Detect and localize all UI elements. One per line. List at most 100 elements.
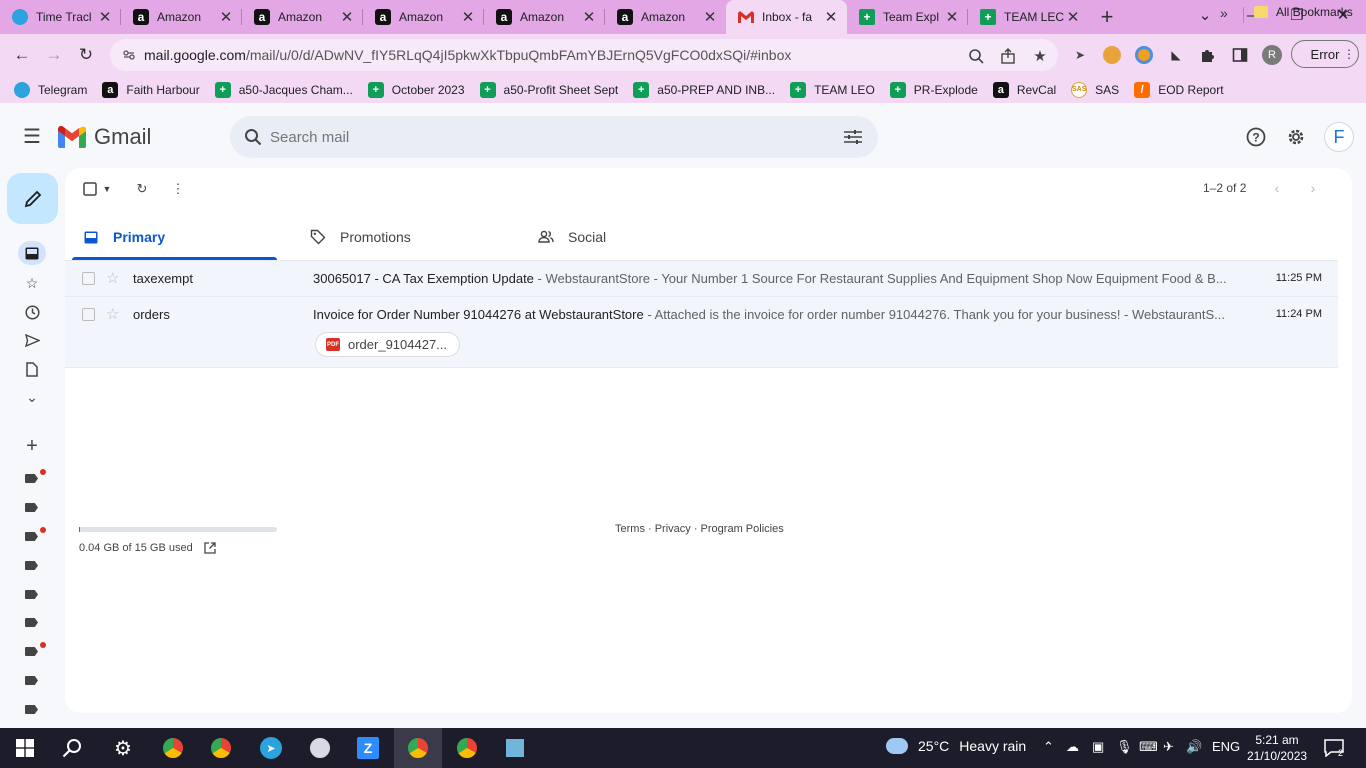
close-icon[interactable]: ✕ [339, 8, 355, 26]
browser-tab[interactable]: a Amazon ✕ [242, 0, 363, 34]
bookmark-revcal[interactable]: a RevCal [992, 81, 1056, 98]
label-icon[interactable] [25, 474, 39, 484]
side-panel-icon[interactable] [1231, 46, 1249, 64]
label-icon[interactable] [25, 503, 39, 513]
bookmark-pr-explode[interactable]: + PR-Explode [889, 81, 978, 98]
email-row[interactable]: ☆ orders Invoice for Order Number 910442… [65, 296, 1338, 368]
meet-icon[interactable]: ▣ [1092, 739, 1104, 755]
label-icon[interactable] [25, 532, 39, 542]
tab-promotions[interactable]: Promotions [292, 214, 504, 260]
telegram-icon[interactable]: ➤ [256, 733, 286, 763]
search-bar[interactable] [230, 116, 878, 158]
open-external-icon[interactable] [203, 541, 217, 555]
chevron-up-icon[interactable]: ⌃ [1043, 739, 1054, 755]
notes-app-icon[interactable] [500, 733, 530, 763]
rail-starred[interactable]: ☆ [18, 271, 46, 295]
gmail-logo[interactable]: Gmail [58, 124, 151, 150]
microphone-icon[interactable]: 🎙 [1116, 739, 1133, 755]
settings-gear-icon[interactable] [1285, 126, 1307, 148]
search-options-icon[interactable] [842, 126, 864, 148]
bookmark-faith-harbour[interactable]: a Faith Harbour [102, 81, 200, 98]
rail-more[interactable]: ⌄ [18, 385, 46, 409]
browser-tab[interactable]: Time Tracl ✕ [0, 0, 121, 34]
zoom-icon[interactable]: Z [353, 733, 383, 763]
browser-tab[interactable]: + TEAM LEC ✕ [968, 0, 1089, 34]
close-icon[interactable]: ✕ [581, 8, 597, 26]
bookmarks-overflow-icon[interactable]: » [1220, 5, 1228, 21]
windows-start-icon[interactable] [10, 733, 40, 763]
help-icon[interactable]: ? [1245, 126, 1267, 148]
attachment-chip[interactable]: PDF order_9104427... [315, 332, 461, 357]
forward-icon[interactable]: → [42, 43, 66, 67]
back-icon[interactable]: ← [10, 43, 34, 67]
main-menu-icon[interactable]: ☰ [20, 124, 44, 148]
chrome-profile-icon[interactable] [452, 733, 482, 763]
rail-sent[interactable] [18, 328, 46, 352]
color-extension-icon[interactable] [1135, 46, 1153, 64]
close-icon[interactable]: ✕ [944, 8, 960, 26]
clock[interactable]: 5:21 am 21/10/2023 [1247, 732, 1307, 764]
rail-snoozed[interactable] [18, 300, 46, 324]
snipping-tool-icon[interactable] [305, 733, 335, 763]
more-vert-icon[interactable]: ⋮ [1340, 45, 1358, 63]
bookmark-team-leo[interactable]: + TEAM LEO [790, 81, 875, 98]
label-icon[interactable] [25, 590, 39, 600]
more-vert-icon[interactable]: ⋮ [167, 178, 189, 200]
chrome-icon[interactable] [206, 733, 236, 763]
account-avatar[interactable]: F [1324, 122, 1354, 152]
label-icon[interactable] [25, 561, 39, 571]
bookmark-star-icon[interactable]: ★ [1030, 46, 1050, 66]
create-label-button[interactable]: + [18, 434, 46, 458]
chrome-icon[interactable] [158, 733, 188, 763]
select-dropdown-icon[interactable]: ▼ [96, 178, 118, 200]
label-icon[interactable] [25, 705, 39, 715]
new-tab-button[interactable]: + [1089, 0, 1125, 34]
onedrive-icon[interactable]: ☁ [1066, 739, 1079, 755]
compose-button[interactable] [7, 173, 58, 224]
bookmark-telegram[interactable]: Telegram [14, 81, 87, 98]
weather-widget[interactable]: 25°C Heavy rain [886, 738, 1026, 754]
browser-tab[interactable]: a Amazon ✕ [121, 0, 242, 34]
browser-tab-active[interactable]: Inbox - fa ✕ [726, 0, 847, 34]
profile-avatar[interactable]: R [1262, 45, 1282, 65]
chevron-right-icon[interactable]: › [1304, 179, 1322, 197]
tab-social[interactable]: Social [520, 214, 732, 260]
cursor-extension-icon[interactable]: ➤ [1071, 46, 1089, 64]
zoom-icon[interactable] [966, 46, 986, 66]
row-checkbox[interactable] [82, 308, 95, 321]
browser-tab[interactable]: + Team Expl ✕ [847, 0, 968, 34]
bookmark-october[interactable]: + October 2023 [367, 81, 465, 98]
extensions-puzzle-icon[interactable] [1199, 46, 1217, 64]
tab-primary[interactable]: Primary [65, 214, 277, 260]
network-icon[interactable]: ✈ [1163, 739, 1174, 755]
label-icon[interactable] [25, 647, 39, 657]
rail-drafts[interactable] [18, 357, 46, 381]
share-icon[interactable] [998, 46, 1018, 66]
email-row[interactable]: ☆ taxexempt 30065017 - CA Tax Exemption … [65, 260, 1338, 296]
refresh-icon[interactable]: ↻ [131, 178, 153, 200]
volume-icon[interactable]: 🔊 [1186, 739, 1202, 755]
close-icon[interactable]: ✕ [460, 8, 476, 26]
search-icon[interactable] [242, 126, 264, 148]
site-info-icon[interactable] [122, 49, 136, 61]
settings-gear-icon[interactable]: ⚙ [108, 733, 138, 763]
close-icon[interactable]: ✕ [823, 8, 839, 26]
browser-tab[interactable]: a Amazon ✕ [363, 0, 484, 34]
chrome-profile-icon[interactable] [403, 733, 433, 763]
send-extension-icon[interactable]: ◣ [1167, 46, 1185, 64]
bookmark-profit-sheet[interactable]: + a50-Profit Sheet Sept [479, 81, 618, 98]
label-icon[interactable] [25, 618, 39, 628]
browser-tab[interactable]: a Amazon ✕ [605, 0, 726, 34]
bookmark-eod-report[interactable]: / EOD Report [1134, 81, 1224, 98]
close-icon[interactable]: ✕ [218, 8, 234, 26]
bookmark-prep-inb[interactable]: + a50-PREP AND INB... [633, 81, 775, 98]
browser-tab[interactable]: a Amazon ✕ [484, 0, 605, 34]
star-icon[interactable]: ☆ [106, 269, 119, 287]
all-bookmarks-button[interactable]: All Bookmarks [1254, 5, 1353, 19]
search-input[interactable] [270, 128, 830, 146]
input-method-icon[interactable]: ⌨ [1139, 739, 1158, 755]
address-bar[interactable]: mail.google.com/mail/u/0/d/ADwNV_fIY5RLq… [110, 39, 1058, 71]
close-icon[interactable]: ✕ [1065, 8, 1081, 26]
star-icon[interactable]: ☆ [106, 305, 119, 323]
language-indicator[interactable]: ENG [1212, 739, 1240, 754]
